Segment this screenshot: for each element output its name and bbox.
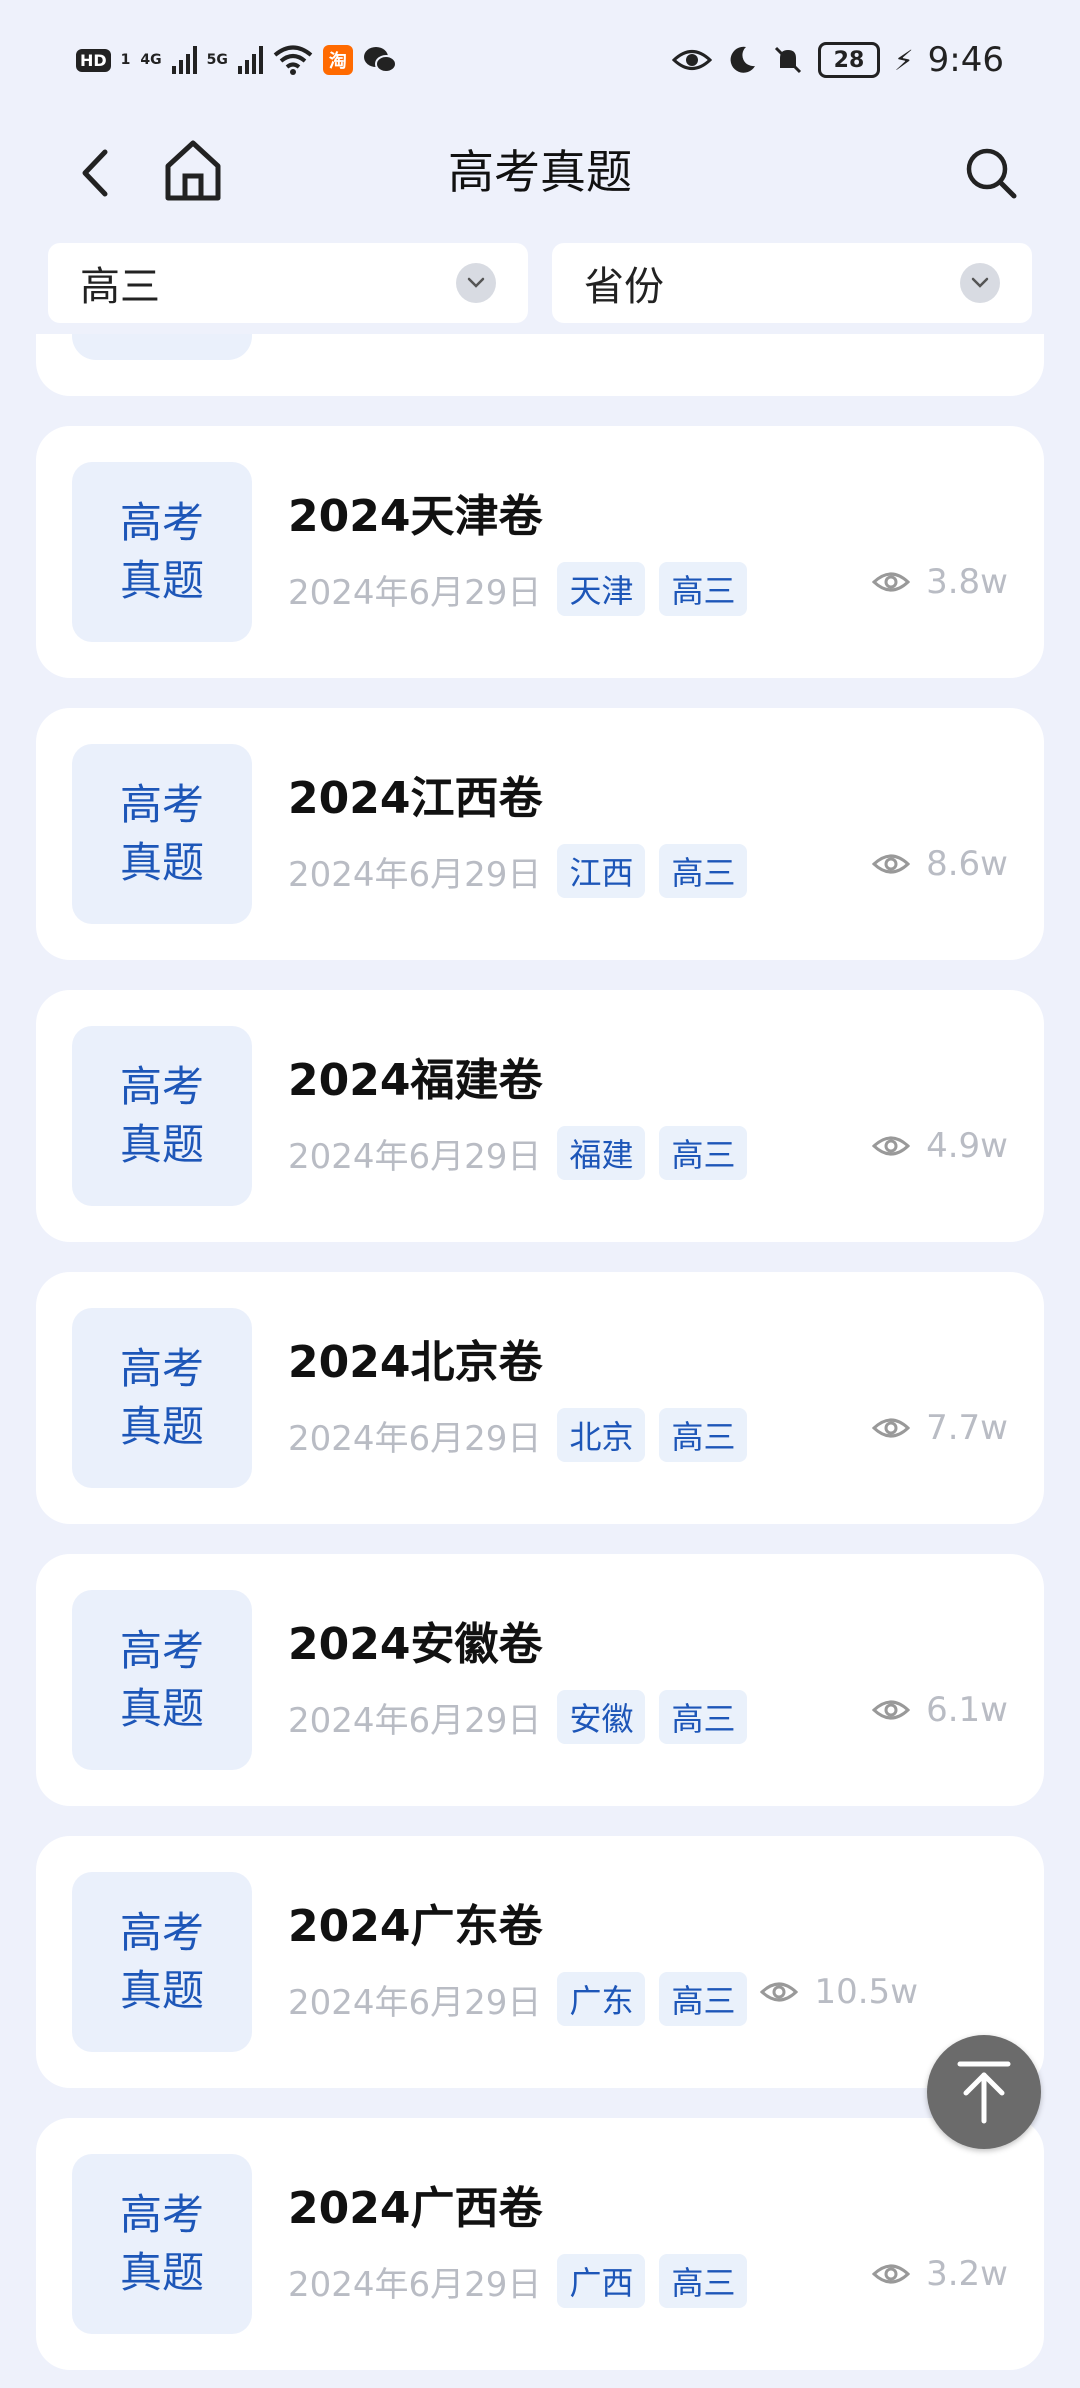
- item-meta: 2024年6月29日 广西 高三: [288, 2254, 748, 2308]
- item-meta: 2024年6月29日 福建 高三: [288, 1126, 748, 1180]
- charging-icon: ⚡: [893, 43, 914, 77]
- mute-bell-icon: [774, 46, 802, 74]
- thumbnail: 高考 真题: [72, 1308, 252, 1488]
- eye-icon: [872, 1700, 911, 1720]
- item-date: 2024年6月29日: [288, 572, 542, 613]
- item-date: 2024年6月29日: [288, 1982, 542, 2023]
- item-meta: 2024年6月29日 广东 高三: [288, 1972, 748, 2026]
- province-dropdown[interactable]: 省份: [552, 243, 1032, 323]
- grade-tag: 高三: [659, 1690, 748, 1744]
- eye-icon: [872, 1136, 911, 1156]
- wechat-icon: [363, 47, 397, 73]
- list-item[interactable]: 高考 真题 2024江西卷 2024年6月29日 江西 高三 8.6w: [36, 708, 1044, 960]
- view-count: 4.9w: [872, 1126, 1008, 1166]
- region-tag: 北京: [557, 1408, 646, 1462]
- item-date: 2024年6月29日: [288, 1136, 542, 1177]
- view-count: 3.2w: [872, 2254, 1008, 2294]
- province-dropdown-value: 省份: [584, 264, 664, 310]
- scroll-to-top-button[interactable]: [927, 2035, 1041, 2149]
- eye-icon: [872, 572, 911, 592]
- item-meta: 2024年6月29日 安徽 高三: [288, 1690, 748, 1744]
- view-count: 7.7w: [872, 1408, 1008, 1448]
- item-title: 2024广东卷: [288, 1901, 543, 1952]
- list-item[interactable]: 高考 真题 2024福建卷 2024年6月29日 福建 高三 4.9w: [36, 990, 1044, 1242]
- item-title: 2024安徽卷: [288, 1619, 543, 1670]
- network-type-2: 5G: [206, 52, 228, 68]
- chevron-down-icon: [456, 263, 496, 303]
- battery-icon: 28: [817, 42, 880, 78]
- thumbnail: 高考 真题: [72, 1590, 252, 1770]
- list-item[interactable]: 高考 真题 2024北京卷 2024年6月29日 北京 高三 7.7w: [36, 1272, 1044, 1524]
- item-title: 2024江西卷: [288, 773, 543, 824]
- signal-icon: [237, 46, 263, 74]
- grade-tag: 高三: [659, 844, 748, 898]
- view-count: 10.5w: [760, 1972, 918, 2012]
- item-title: 2024广西卷: [288, 2183, 543, 2234]
- region-tag: 天津: [557, 562, 646, 616]
- status-right: 28 ⚡ 9:46: [671, 40, 1004, 80]
- sim-number: 1: [120, 52, 131, 68]
- thumbnail: 高考 真题: [72, 1872, 252, 2052]
- search-icon: [966, 148, 1017, 199]
- eye-icon: [872, 1418, 911, 1438]
- region-tag: 江西: [557, 844, 646, 898]
- item-date: 2024年6月29日: [288, 2264, 542, 2305]
- view-count: 8.6w: [872, 844, 1008, 884]
- list-item[interactable]: 高考 真题 2024安徽卷 2024年6月29日 安徽 高三 6.1w: [36, 1554, 1044, 1806]
- status-left: HD 1 4G 5G 淘: [76, 44, 397, 76]
- app-header: 高考真题: [0, 120, 1080, 230]
- view-count: 3.8w: [872, 562, 1008, 602]
- moon-icon: [730, 46, 755, 73]
- arrow-up-to-top-icon: [957, 2061, 1011, 2124]
- eye-icon: [671, 50, 712, 70]
- item-date: 2024年6月29日: [288, 1418, 542, 1459]
- item-title: 2024天津卷: [288, 491, 543, 542]
- item-meta: 2024年6月29日 江西 高三: [288, 844, 748, 898]
- item-title: 2024福建卷: [288, 1055, 543, 1106]
- eye-icon: [872, 854, 911, 874]
- grade-tag: 高三: [659, 1972, 748, 2026]
- item-meta: 2024年6月29日 北京 高三: [288, 1408, 748, 1462]
- grade-dropdown-value: 高三: [80, 264, 160, 310]
- search-button[interactable]: [956, 138, 1026, 208]
- status-bar: HD 1 4G 5G 淘 28 ⚡ 9:46: [0, 0, 1080, 120]
- grade-dropdown[interactable]: 高三: [48, 243, 528, 323]
- network-type-1: 4G: [140, 52, 162, 68]
- list-item-partial[interactable]: [36, 334, 1044, 396]
- list-item[interactable]: 高考 真题 2024广西卷 2024年6月29日 广西 高三 3.2w: [36, 2118, 1044, 2370]
- page-title: 高考真题: [448, 145, 632, 199]
- signal-icon: [171, 46, 197, 74]
- item-date: 2024年6月29日: [288, 854, 542, 895]
- view-count: 6.1w: [872, 1690, 1008, 1730]
- eye-icon: [760, 1982, 799, 2002]
- region-tag: 安徽: [557, 1690, 646, 1744]
- region-tag: 福建: [557, 1126, 646, 1180]
- item-title: 2024北京卷: [288, 1337, 543, 1388]
- thumbnail: 高考 真题: [72, 1026, 252, 1206]
- clock: 9:46: [927, 40, 1004, 80]
- taobao-icon: 淘: [322, 45, 353, 75]
- grade-tag: 高三: [659, 2254, 748, 2308]
- item-meta: 2024年6月29日 天津 高三: [288, 562, 748, 616]
- list-item[interactable]: 高考 真题 2024广东卷 2024年6月29日 广东 高三 10.5w: [36, 1836, 1044, 2088]
- grade-tag: 高三: [659, 1126, 748, 1180]
- thumbnail: 高考 真题: [72, 744, 252, 924]
- thumbnail: 高考 真题: [72, 2154, 252, 2334]
- grade-tag: 高三: [659, 1408, 748, 1462]
- region-tag: 广西: [557, 2254, 646, 2308]
- item-date: 2024年6月29日: [288, 1700, 542, 1741]
- eye-icon: [872, 2264, 911, 2284]
- thumbnail: 高考 真题: [72, 462, 252, 642]
- filter-bar: 高三 省份: [48, 243, 1032, 323]
- chevron-down-icon: [960, 263, 1000, 303]
- hd-icon: HD: [76, 48, 111, 72]
- region-tag: 广东: [557, 1972, 646, 2026]
- list-item[interactable]: 高考 真题 2024天津卷 2024年6月29日 天津 高三 3.8w: [36, 426, 1044, 678]
- wifi-icon: [273, 45, 313, 75]
- grade-tag: 高三: [659, 562, 748, 616]
- thumbnail-partial: [72, 334, 252, 360]
